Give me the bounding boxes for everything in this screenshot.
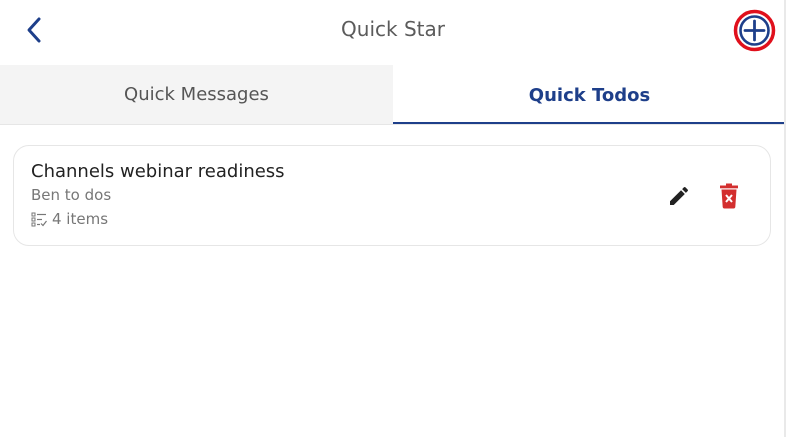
trash-icon	[720, 183, 738, 209]
divider	[0, 124, 786, 125]
todo-subtitle: Ben to dos	[31, 186, 112, 204]
tab-label: Quick Messages	[124, 84, 269, 105]
top-bar: Quick Star	[0, 0, 786, 62]
todo-title: Channels webinar readiness	[31, 161, 285, 182]
tab-quick-todos[interactable]: Quick Todos	[393, 65, 786, 125]
todo-count-label: 4 items	[52, 210, 109, 228]
plus-circle-icon	[733, 9, 776, 52]
tab-quick-messages[interactable]: Quick Messages	[0, 65, 393, 125]
checklist-icon	[31, 212, 47, 227]
delete-button[interactable]	[715, 182, 743, 210]
todo-item-count: 4 items	[31, 210, 108, 228]
pencil-icon	[670, 186, 689, 205]
tab-bar: Quick Messages Quick Todos	[0, 65, 786, 125]
edit-button[interactable]	[665, 182, 693, 210]
todo-list-card[interactable]: Channels webinar readiness Ben to dos 4 …	[13, 145, 771, 246]
add-todo-button[interactable]	[733, 9, 776, 52]
tab-label: Quick Todos	[528, 84, 651, 106]
page-title: Quick Star	[341, 17, 445, 41]
